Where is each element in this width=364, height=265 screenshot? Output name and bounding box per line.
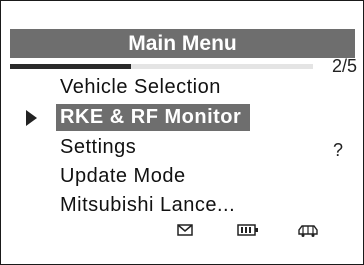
menu-item-update-mode[interactable]: Update Mode (60, 163, 186, 190)
menu-item-rke-rf-monitor[interactable]: RKE & RF Monitor (56, 104, 251, 131)
vehicle-link-icon (298, 225, 318, 237)
mail-icon (177, 224, 193, 236)
page-title: Main Menu (10, 29, 355, 58)
page-indicator: 2/5 (331, 56, 357, 76)
scan-tool-screen: Main Menu 2/5 Vehicle Selection RKE & RF… (0, 0, 364, 265)
menu-item-vehicle-selection[interactable]: Vehicle Selection (60, 74, 221, 101)
help-icon[interactable]: ? (333, 139, 343, 161)
battery-icon (237, 224, 258, 236)
selection-cursor-icon (26, 110, 37, 126)
menu-scroll-progress-fill (10, 64, 132, 69)
menu-item-mitsubishi-lancer[interactable]: Mitsubishi Lance... (60, 192, 235, 219)
menu-item-settings[interactable]: Settings (60, 134, 136, 161)
menu-scroll-progress (10, 64, 313, 69)
